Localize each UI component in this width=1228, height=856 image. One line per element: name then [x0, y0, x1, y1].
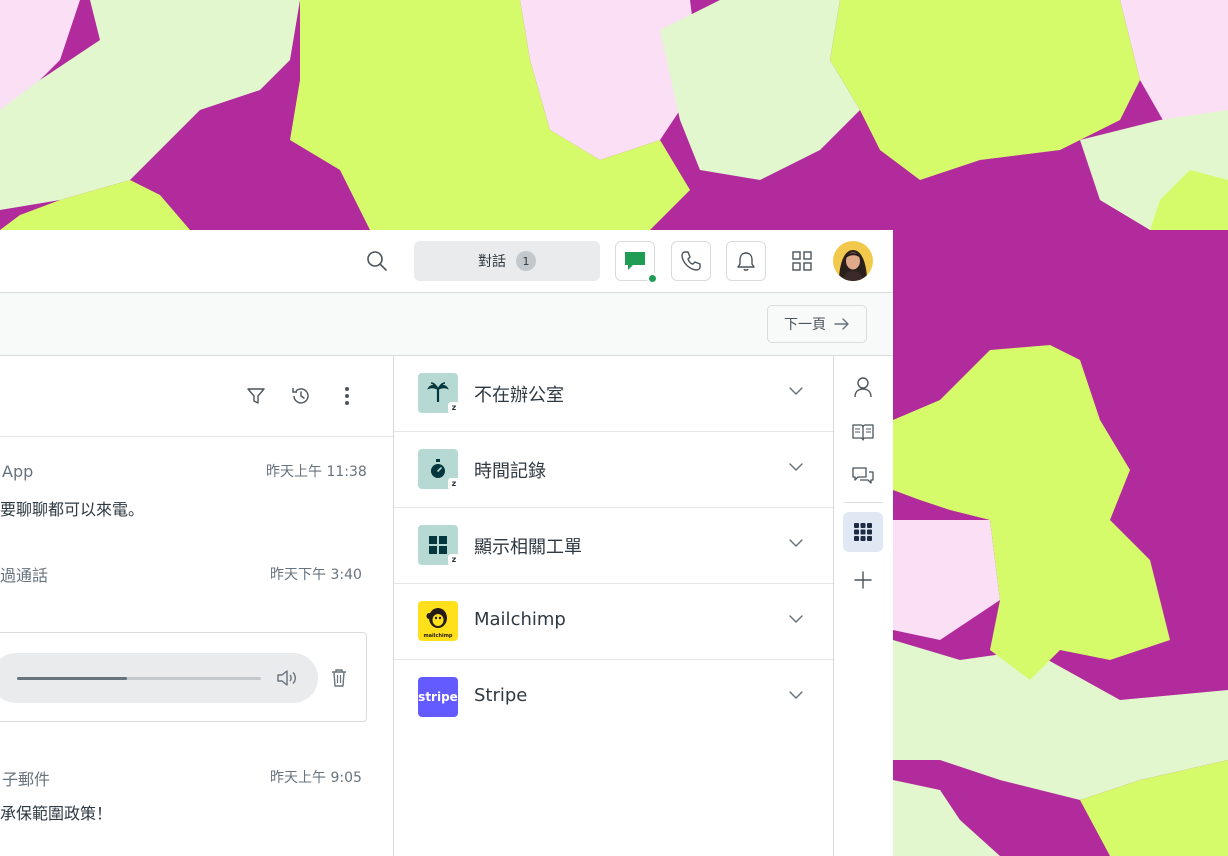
stopwatch-icon: z	[418, 449, 458, 489]
chevron-down-icon[interactable]	[788, 386, 804, 396]
next-page-button[interactable]: 下一頁	[767, 305, 867, 343]
speech-bubbles-icon	[852, 467, 874, 484]
message-channel-label: 過通話	[0, 566, 49, 585]
mailchimp-logo: mailchimp	[418, 601, 458, 641]
zendesk-mark-icon: z	[448, 402, 458, 413]
app-row-mailchimp[interactable]: mailchimp Mailchimp	[394, 584, 833, 660]
message-channel-label: 子郵件	[2, 770, 51, 789]
conversations-count-badge: 1	[516, 251, 536, 271]
avatar-photo	[833, 241, 873, 281]
call-recording-card	[0, 632, 367, 722]
vertical-dots-icon	[345, 387, 349, 405]
stripe-logo: stripe	[418, 677, 458, 717]
palm-tree-icon: z	[418, 373, 458, 413]
context-rail	[834, 356, 893, 856]
audio-progress-fill	[17, 677, 127, 680]
customer-context-button[interactable]	[843, 367, 883, 407]
app-row-related-tickets[interactable]: z 顯示相關工單	[394, 508, 833, 584]
chevron-down-icon[interactable]	[788, 462, 804, 472]
apps-grid-icon	[854, 523, 872, 541]
app-name: 時間記錄	[474, 461, 546, 482]
search-button[interactable]	[362, 246, 392, 276]
zendesk-mark-icon: z	[448, 478, 458, 489]
top-bar: 對話 1	[0, 230, 893, 293]
next-page-label: 下一頁	[784, 317, 826, 333]
chevron-down-icon[interactable]	[788, 538, 804, 548]
conversations-button[interactable]: 對話 1	[414, 241, 600, 281]
rail-divider	[844, 502, 883, 503]
more-options-button[interactable]	[333, 382, 361, 410]
chevron-down-icon[interactable]	[788, 614, 804, 624]
stripe-logo-text: stripe	[418, 690, 458, 704]
app-name: 顯示相關工單	[474, 537, 582, 558]
user-icon	[854, 377, 872, 398]
conversation-toolbar	[0, 356, 393, 437]
message-timestamp: 昨天上午 9:05	[270, 770, 362, 786]
zendesk-mark-icon: z	[448, 554, 458, 565]
delete-recording-button[interactable]	[327, 666, 351, 690]
app-name: Mailchimp	[474, 609, 566, 630]
filter-button[interactable]	[242, 382, 270, 410]
phone-icon	[681, 251, 701, 271]
bell-icon	[737, 252, 755, 271]
message-timestamp: 昨天上午 11:38	[266, 464, 367, 480]
chevron-down-icon[interactable]	[788, 690, 804, 700]
knowledge-button[interactable]	[843, 412, 883, 452]
audio-progress-track[interactable]	[17, 677, 261, 680]
app-name: Stripe	[474, 685, 528, 706]
apps-button[interactable]	[843, 512, 883, 552]
message-timestamp: 昨天下午 3:40	[270, 567, 362, 583]
notifications-button[interactable]	[726, 241, 766, 281]
app-row-out-of-office[interactable]: z 不在辦公室	[394, 356, 833, 432]
app-row-time-tracking[interactable]: z 時間記錄	[394, 432, 833, 508]
add-app-button[interactable]	[843, 560, 883, 600]
search-icon	[367, 251, 387, 271]
trash-icon	[332, 669, 346, 687]
open-book-icon	[852, 424, 874, 441]
apps-panel: z 不在辦公室 z 時間記錄 z 顯示相關工單 mailchimp Mailch…	[394, 356, 834, 856]
conversations-label: 對話	[478, 254, 506, 270]
arrow-right-icon	[834, 318, 849, 330]
sub-bar: 下一頁	[0, 293, 893, 356]
history-icon	[292, 388, 309, 404]
app-window: 對話 1 下一頁 App 昨天上午 11:38 要聊聊都可以來電。 過通話 昨天…	[0, 230, 893, 856]
volume-button[interactable]	[274, 665, 300, 691]
app-row-stripe[interactable]: stripe Stripe	[394, 660, 833, 736]
message-body: 要聊聊都可以來電。	[0, 500, 145, 519]
conversation-log: App 昨天上午 11:38 要聊聊都可以來電。 過通話 昨天下午 3:40 子…	[0, 356, 394, 856]
filter-icon	[247, 388, 265, 404]
grid-tiles-icon: z	[418, 525, 458, 565]
message-body: 承保範圍政策！	[0, 804, 113, 823]
chat-bubble-icon	[625, 252, 645, 270]
product-tray-button[interactable]	[782, 241, 822, 281]
message-channel-label: App	[2, 462, 34, 481]
audio-player[interactable]	[0, 653, 318, 703]
four-squares-icon	[792, 251, 812, 271]
mailchimp-logo-text: mailchimp	[423, 633, 452, 639]
history-button[interactable]	[287, 382, 315, 410]
online-status-indicator	[647, 273, 658, 284]
speaker-icon	[277, 670, 296, 686]
plus-icon	[854, 571, 872, 589]
side-conversations-button[interactable]	[843, 457, 883, 497]
user-avatar[interactable]	[833, 241, 873, 281]
app-name: 不在辦公室	[474, 385, 564, 406]
phone-button[interactable]	[671, 241, 711, 281]
